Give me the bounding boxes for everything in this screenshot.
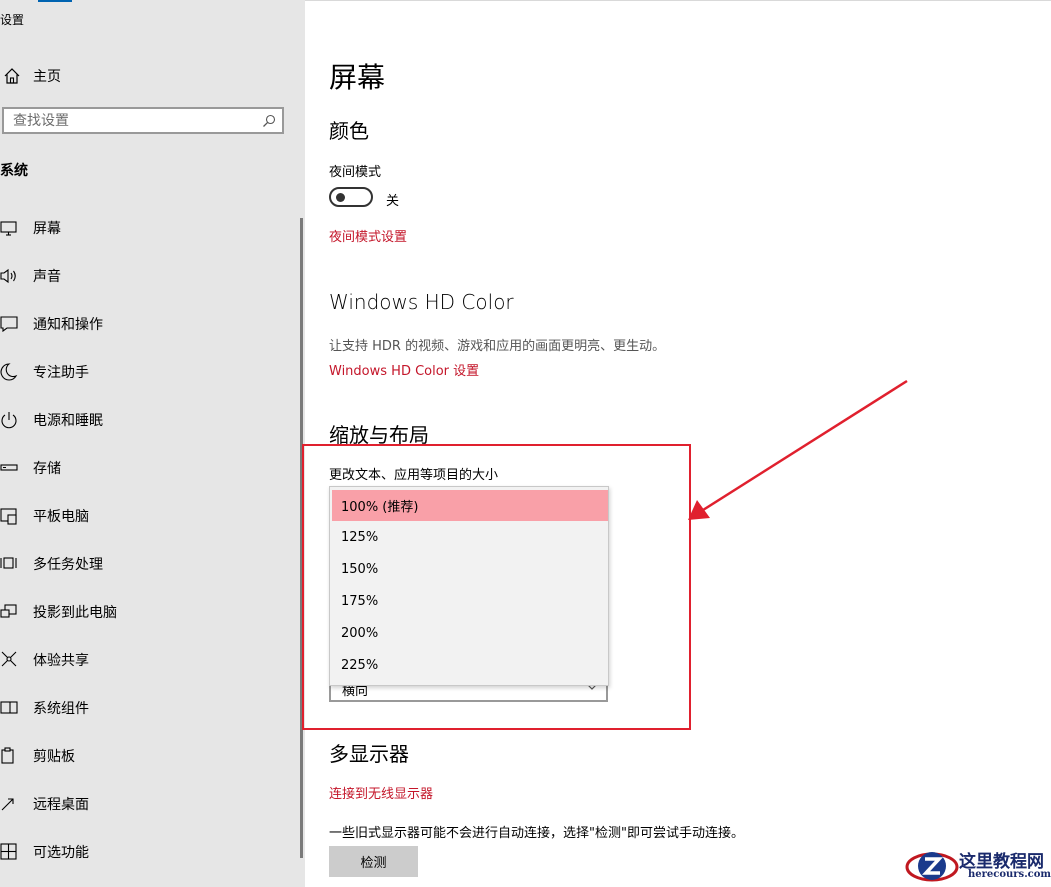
speaker-icon <box>0 268 16 284</box>
wireless-display-link[interactable]: 连接到无线显示器 <box>329 783 433 802</box>
drive-icon <box>0 464 18 471</box>
sidebar-item-sound[interactable]: 声音 <box>0 252 300 300</box>
home-icon <box>4 68 20 84</box>
components-icon <box>0 701 18 714</box>
share-icon <box>1 651 17 667</box>
moon-icon <box>0 363 18 381</box>
sidebar-item-focus-assist[interactable]: 专注助手 <box>0 348 300 396</box>
sidebar-item-label: 屏幕 <box>33 221 61 237</box>
sidebar-item-clipboard[interactable]: 剪贴板 <box>0 732 300 780</box>
sidebar-item-label: 多任务处理 <box>33 557 103 573</box>
project-icon <box>0 604 17 618</box>
sidebar-item-label: 专注助手 <box>33 365 89 381</box>
search-input[interactable] <box>13 112 253 129</box>
scale-option-150[interactable]: 150% <box>332 554 608 585</box>
sidebar-scrollbar[interactable] <box>300 218 303 858</box>
watermark-url: herecours.com <box>968 869 1051 880</box>
power-icon <box>1 412 17 429</box>
sidebar-item-label: 可选功能 <box>33 845 89 861</box>
page-title: 屏幕 <box>329 61 386 94</box>
search-icon[interactable] <box>262 114 276 128</box>
scale-heading: 缩放与布局 <box>329 423 429 447</box>
remote-icon <box>1 798 14 811</box>
scale-option-200[interactable]: 200% <box>332 618 608 649</box>
sidebar-item-display[interactable]: 屏幕 <box>0 204 300 252</box>
sidebar-item-optional-features[interactable]: 可选功能 <box>0 828 300 876</box>
title-bar-divider <box>305 0 1051 1</box>
monitor-icon <box>0 221 17 236</box>
scale-option-100[interactable]: 100% (推荐) <box>332 490 608 521</box>
sidebar-item-notifications[interactable]: 通知和操作 <box>0 300 300 348</box>
scale-dropdown-list: 100% (推荐) 125% 150% 175% 200% 225% <box>329 486 609 686</box>
features-icon <box>0 843 17 860</box>
sidebar-item-label: 投影到此电脑 <box>33 605 117 621</box>
tablet-icon <box>0 508 17 525</box>
sidebar-item-remote-desktop[interactable]: 远程桌面 <box>0 780 300 828</box>
sidebar-item-label: 系统组件 <box>33 701 89 717</box>
home-nav-item[interactable]: 主页 <box>0 62 300 90</box>
sidebar-item-label: 远程桌面 <box>33 797 89 813</box>
night-mode-label: 夜间模式 <box>329 165 382 180</box>
sidebar-item-system-components[interactable]: 系统组件 <box>0 684 300 732</box>
search-box[interactable] <box>2 107 284 134</box>
detect-button[interactable]: 检测 <box>329 846 418 877</box>
hdr-heading: Windows HD Color <box>329 290 514 314</box>
sidebar: 设置 主页 系统 屏幕 声音 通知和操作 专注助手 <box>0 0 305 887</box>
multitask-icon <box>0 557 17 569</box>
scale-option-225[interactable]: 225% <box>332 650 608 681</box>
sidebar-nav: 屏幕 声音 通知和操作 专注助手 电源和睡眠 存储 平板电脑 多任务处理 投影到… <box>0 204 300 876</box>
hdr-settings-link[interactable]: Windows HD Color 设置 <box>329 360 479 379</box>
sidebar-item-shared-experiences[interactable]: 体验共享 <box>0 636 300 684</box>
app-title: 设置 <box>0 13 25 27</box>
color-heading: 颜色 <box>329 119 369 143</box>
toggle-knob <box>336 193 345 202</box>
scale-label: 更改文本、应用等项目的大小 <box>329 468 499 483</box>
scale-option-175[interactable]: 175% <box>332 586 608 617</box>
sidebar-item-label: 电源和睡眠 <box>33 413 103 429</box>
sidebar-item-label: 声音 <box>33 269 61 285</box>
night-mode-state: 关 <box>386 194 400 209</box>
sidebar-item-label: 剪贴板 <box>33 749 75 765</box>
watermark-logo: 这里教程网 herecours.com <box>905 847 1051 887</box>
section-label-system: 系统 <box>0 163 28 179</box>
home-label: 主页 <box>33 69 61 85</box>
sidebar-item-multitasking[interactable]: 多任务处理 <box>0 540 300 588</box>
night-mode-settings-link[interactable]: 夜间模式设置 <box>329 226 407 245</box>
clipboard-icon <box>1 747 14 764</box>
detect-description: 一些旧式显示器可能不会进行自动连接，选择"检测"即可尝试手动连接。 <box>329 826 744 841</box>
message-icon <box>0 316 18 333</box>
sidebar-item-tablet[interactable]: 平板电脑 <box>0 492 300 540</box>
sidebar-item-power[interactable]: 电源和睡眠 <box>0 396 300 444</box>
sidebar-item-label: 体验共享 <box>33 653 89 669</box>
night-mode-toggle[interactable] <box>329 187 373 207</box>
hdr-description: 让支持 HDR 的视频、游戏和应用的画面更明亮、更生动。 <box>329 339 666 354</box>
window-top-accent <box>38 0 72 2</box>
sidebar-item-label: 平板电脑 <box>33 509 89 525</box>
sidebar-item-project[interactable]: 投影到此电脑 <box>0 588 300 636</box>
sidebar-item-storage[interactable]: 存储 <box>0 444 300 492</box>
watermark-z-icon <box>905 852 959 882</box>
scale-option-125[interactable]: 125% <box>332 522 608 553</box>
sidebar-item-label: 通知和操作 <box>33 317 103 333</box>
multi-display-heading: 多显示器 <box>329 742 409 766</box>
sidebar-item-label: 存储 <box>33 461 61 477</box>
